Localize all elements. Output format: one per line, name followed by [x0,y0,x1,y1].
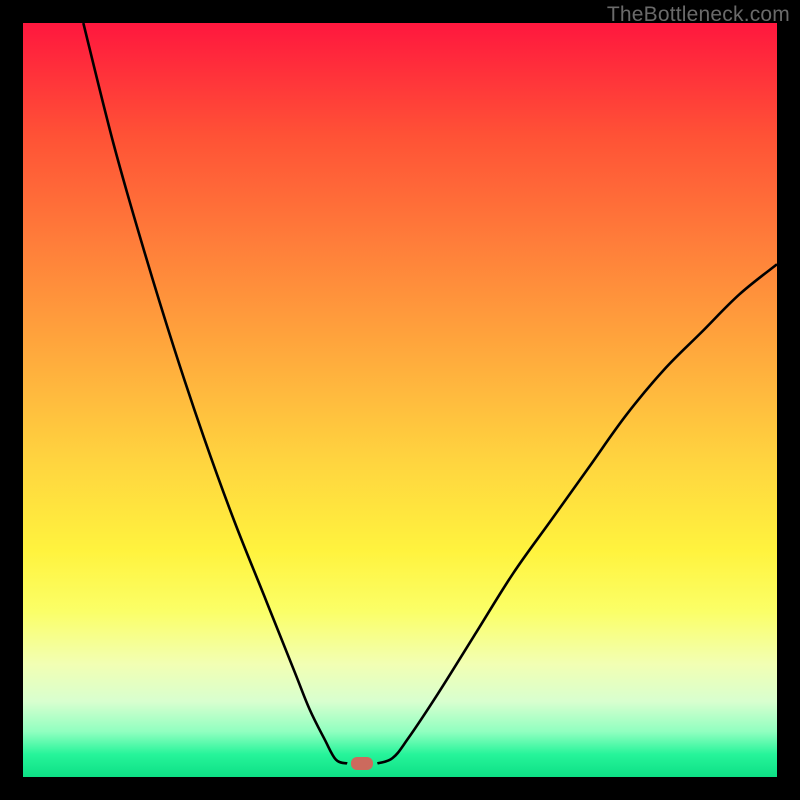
curve-left-branch [83,23,347,763]
watermark-text: TheBottleneck.com [607,3,790,27]
min-marker [351,757,373,770]
chart-frame: TheBottleneck.com [0,0,800,800]
plot-area [23,23,777,777]
curve-right-branch [377,264,777,763]
bottleneck-curve [23,23,777,777]
